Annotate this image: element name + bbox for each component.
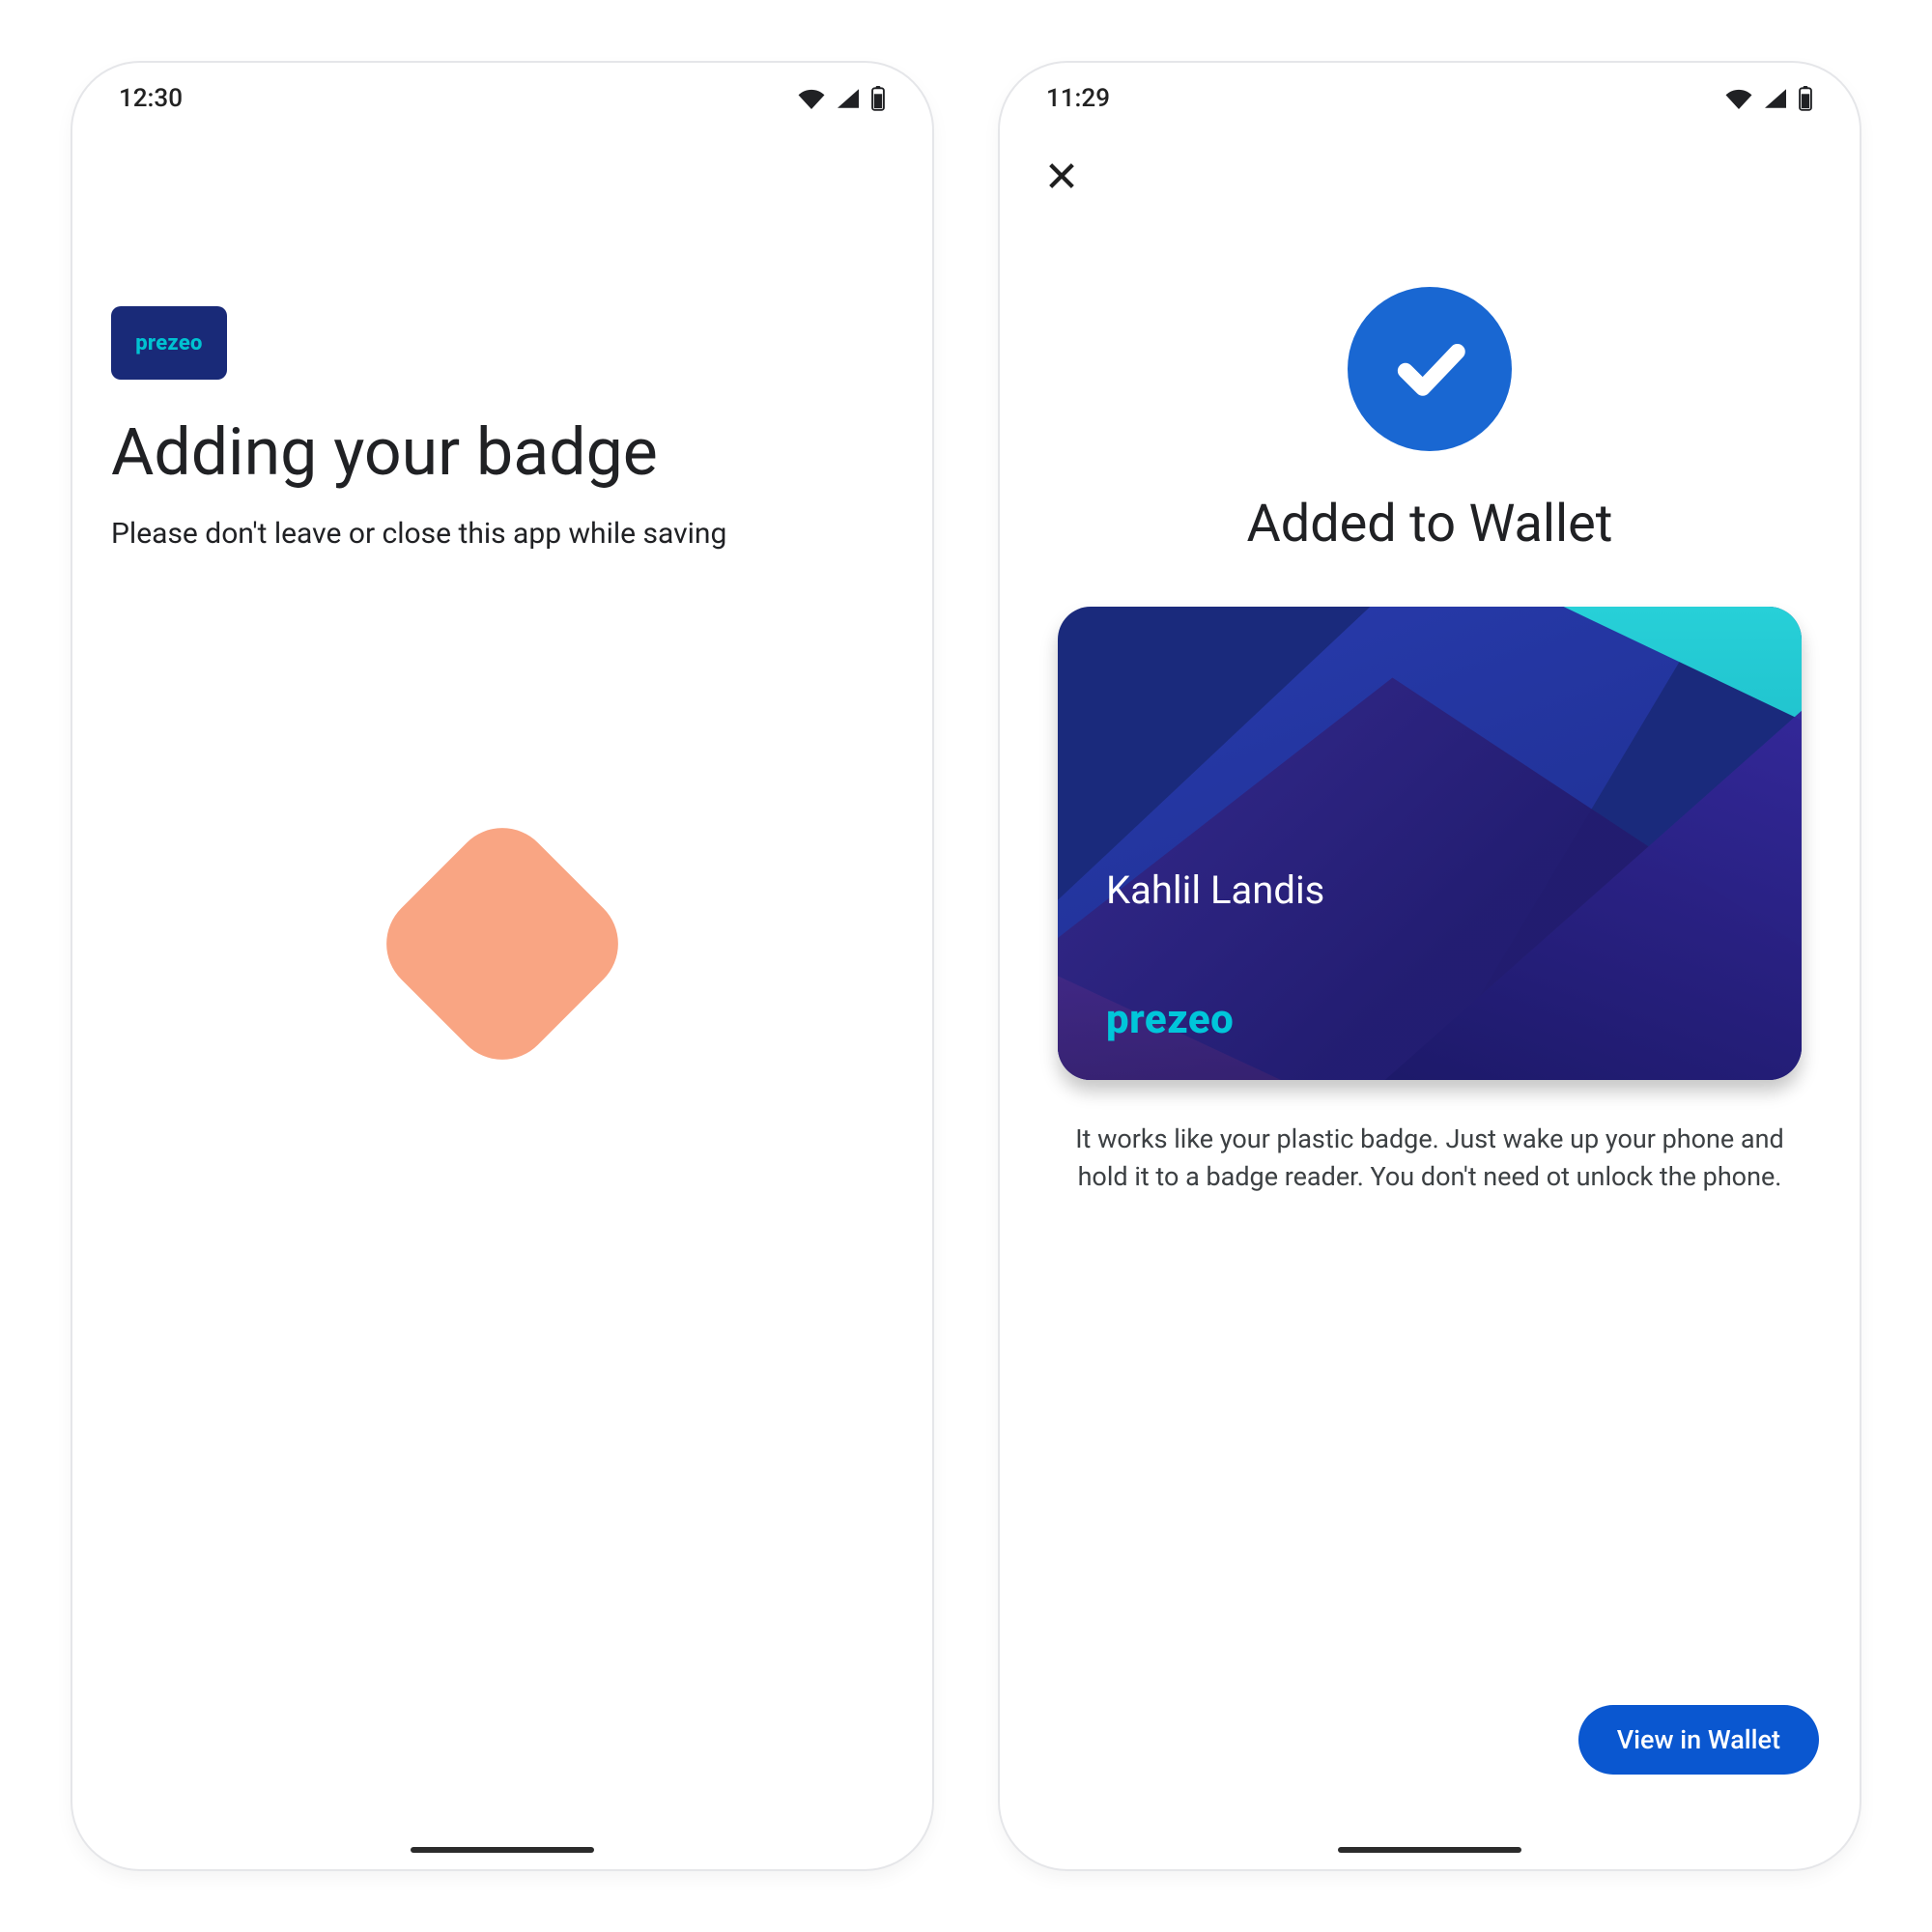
page-subtitle: Please don't leave or close this app whi… — [111, 517, 894, 551]
brand-chip: prezeo — [111, 306, 227, 380]
wifi-icon — [797, 88, 826, 109]
checkmark-icon — [1388, 327, 1471, 411]
battery-icon — [870, 86, 886, 111]
phone-added-to-wallet: 11:29 Added to Wallet Kahlil Landis prez… — [1000, 63, 1860, 1869]
page-title: Added to Wallet — [1038, 494, 1821, 554]
close-icon — [1045, 159, 1078, 192]
status-bar: 11:29 — [1000, 63, 1860, 113]
phone-adding-badge: 12:30 prezeo Adding your badge Please do… — [72, 63, 932, 1869]
status-bar-icons — [797, 86, 886, 111]
wallet-card[interactable]: Kahlil Landis prezeo — [1058, 607, 1802, 1080]
card-brand-label: prezeo — [1106, 996, 1234, 1043]
screen-adding-badge: prezeo Adding your badge Please don't le… — [72, 113, 932, 1831]
card-description: It works like your plastic badge. Just w… — [1058, 1121, 1802, 1196]
gesture-handle[interactable] — [1338, 1847, 1521, 1853]
view-in-wallet-button[interactable]: View in Wallet — [1578, 1705, 1819, 1775]
system-nav-bar — [72, 1831, 932, 1869]
card-holder-name: Kahlil Landis — [1106, 867, 1324, 913]
status-time: 12:30 — [119, 84, 183, 113]
wifi-icon — [1724, 88, 1753, 109]
success-badge — [1348, 287, 1512, 451]
screen-added-to-wallet: Added to Wallet Kahlil Landis prezeo It … — [1000, 113, 1860, 1831]
top-app-bar — [1038, 113, 1821, 210]
loading-indicator — [406, 847, 599, 1040]
loading-diamond-icon — [366, 808, 639, 1081]
system-nav-bar — [1000, 1831, 1860, 1869]
status-bar-icons — [1724, 86, 1813, 111]
close-button[interactable] — [1038, 153, 1085, 199]
battery-icon — [1798, 86, 1813, 111]
view-in-wallet-label: View in Wallet — [1617, 1724, 1780, 1755]
cellular-icon — [1763, 88, 1788, 109]
gesture-handle[interactable] — [411, 1847, 594, 1853]
status-bar: 12:30 — [72, 63, 932, 113]
cellular-icon — [836, 88, 861, 109]
brand-chip-label: prezeo — [135, 331, 203, 355]
status-time: 11:29 — [1046, 84, 1110, 113]
page-title: Adding your badge — [111, 414, 894, 490]
